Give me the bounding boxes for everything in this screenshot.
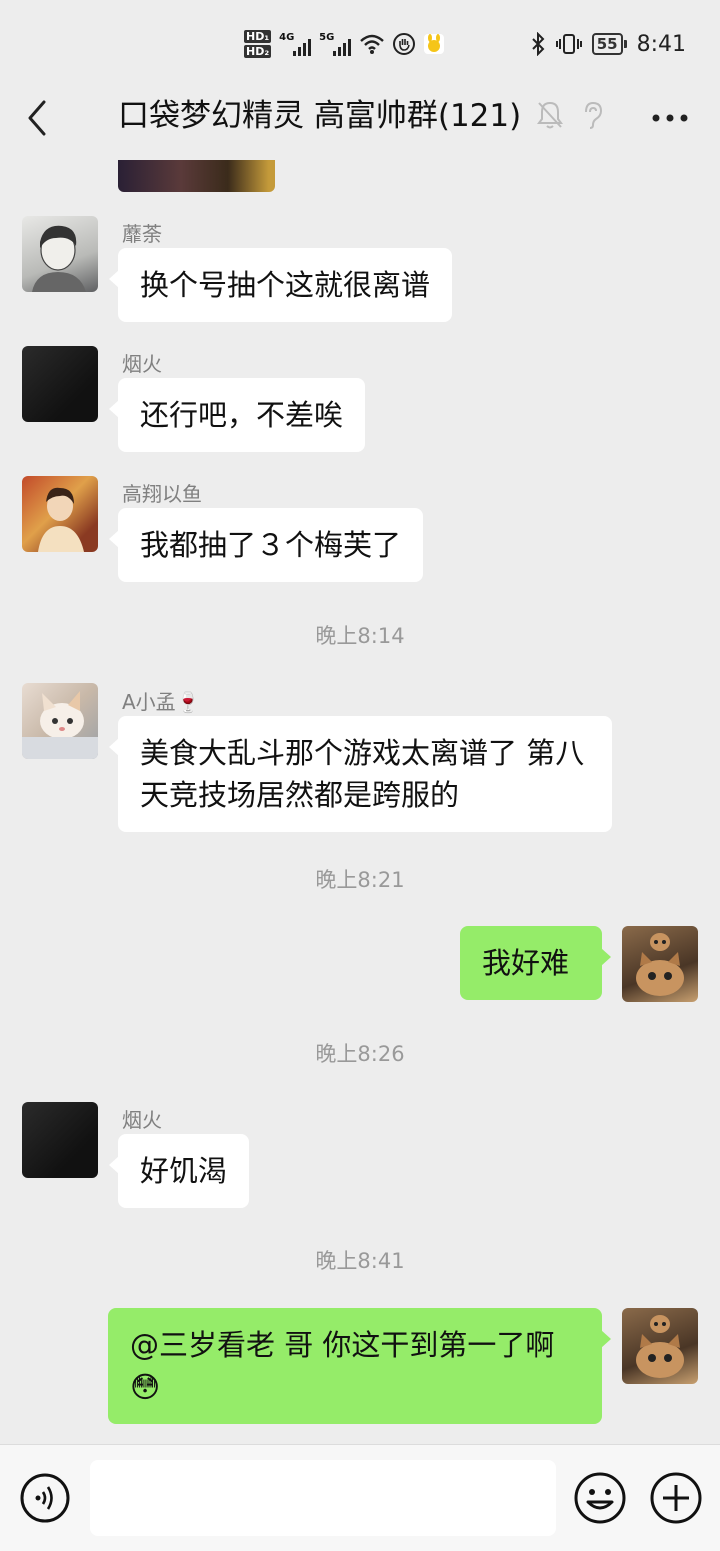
status-left: HD₁ HD₂ 4G 5G — [244, 24, 445, 64]
hd2-badge: HD₂ — [244, 45, 272, 58]
message-bubble[interactable]: 好饥渴 — [108, 1134, 250, 1208]
avatar[interactable] — [22, 216, 98, 292]
sender-name: 烟火 — [122, 1108, 162, 1132]
voice-icon[interactable] — [19, 1472, 71, 1524]
signal-5g-icon: 5G — [319, 32, 352, 56]
self-avatar[interactable] — [622, 1308, 698, 1384]
avatar[interactable] — [22, 683, 98, 759]
plus-icon[interactable] — [649, 1471, 703, 1525]
sender-name: 蘼荼 — [122, 222, 162, 246]
status-bar: HD₁ HD₂ 4G 5G 55 8:41 — [0, 0, 720, 86]
message-bubble[interactable]: 我都抽了３个梅芙了 — [108, 508, 424, 582]
battery-level: 55 — [591, 33, 623, 55]
app-notification-icon — [424, 34, 445, 54]
mute-bell-icon — [537, 101, 563, 129]
message-bubble[interactable]: 换个号抽个这就很离谱 — [108, 248, 453, 322]
timestamp: 晚上8:26 — [315, 1042, 405, 1066]
image-message-thumbnail[interactable] — [118, 160, 275, 192]
clock: 8:41 — [636, 31, 686, 57]
status-right: 55 8:41 — [530, 28, 686, 60]
wifi-icon — [360, 34, 384, 54]
message-bubble-self[interactable]: 我好难 — [460, 926, 611, 1000]
input-bar — [0, 1444, 720, 1551]
battery-indicator: 55 — [591, 33, 627, 55]
hd1-badge: HD₁ — [244, 30, 272, 43]
header-status-icons — [536, 100, 604, 130]
emoji-icon[interactable] — [573, 1471, 627, 1525]
vibrate-icon — [555, 34, 582, 54]
hand-icon — [393, 33, 416, 55]
chat-header: 口袋梦幻精灵 高富帅群(121) — [0, 86, 720, 160]
hd-indicators: HD₁ HD₂ — [244, 30, 272, 58]
message-bubble[interactable]: 还行吧，不差唉 — [108, 378, 366, 452]
back-arrow-icon[interactable] — [18, 98, 58, 138]
chat-title: 口袋梦幻精灵 高富帅群(121) — [118, 98, 522, 134]
net1-label: 4G — [279, 32, 295, 43]
more-dots-icon[interactable] — [650, 108, 690, 128]
sender-name: 高翔以鱼 — [122, 482, 202, 506]
message-bubble[interactable]: 美食大乱斗那个游戏太离谱了 第八天竞技场居然都是跨服的 — [109, 716, 612, 832]
avatar[interactable] — [22, 346, 98, 422]
timestamp: 晚上8:14 — [315, 624, 405, 648]
sender-name: 烟火 — [122, 352, 162, 376]
earpiece-icon — [585, 101, 603, 129]
signal-4g-icon: 4G — [279, 32, 312, 56]
message-list[interactable]: 蘼荼 换个号抽个这就很离谱 烟火 还行吧，不差唉 高翔以鱼 我都抽了３个梅芙了 … — [0, 160, 720, 1444]
message-bubble-self[interactable]: @三岁看老 哥 你这干到第一了啊😳 — [108, 1308, 611, 1424]
timestamp: 晚上8:21 — [315, 868, 405, 892]
sender-name: A小孟🍷 — [122, 690, 201, 714]
avatar[interactable] — [22, 1102, 98, 1178]
net2-label: 5G — [319, 32, 335, 43]
bluetooth-icon — [532, 32, 545, 56]
avatar[interactable] — [22, 476, 98, 552]
message-input[interactable] — [90, 1460, 556, 1536]
timestamp: 晚上8:41 — [315, 1249, 405, 1273]
self-avatar[interactable] — [622, 926, 698, 1002]
